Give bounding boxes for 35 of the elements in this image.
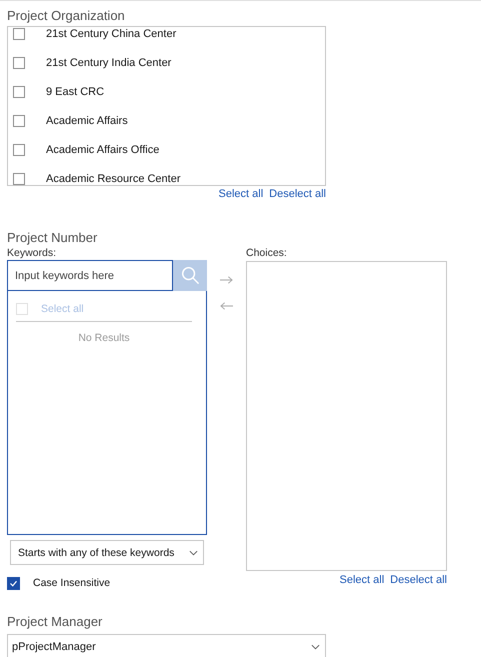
select-all-link[interactable]: Select all (340, 574, 384, 586)
select-all-link[interactable]: Select all (218, 188, 264, 200)
checkbox[interactable] (13, 114, 25, 126)
chevron-down-icon (311, 644, 320, 650)
checkbox[interactable] (13, 172, 25, 184)
keywords-label: Keywords: (7, 246, 58, 260)
deselect-all-link[interactable]: Deselect all (390, 574, 447, 586)
project-manager-dropdown[interactable]: pProjectManager (7, 634, 326, 657)
section-label: Project Number (7, 229, 98, 246)
deselect-all-link[interactable]: Deselect all (269, 188, 326, 200)
section-label: Project Manager (7, 613, 104, 630)
checkbox-label: Academic Affairs Office (46, 144, 160, 156)
checkbox[interactable] (7, 576, 20, 590)
empty-message: No Results (77, 332, 131, 344)
select-all-label: Select all (41, 303, 84, 315)
keywords-field[interactable]: Input keywords here (7, 260, 173, 291)
checkbox[interactable] (13, 86, 25, 98)
checkbox-label: Case Insensitive (33, 577, 110, 589)
arrow-right-icon[interactable] (220, 276, 233, 284)
checkbox-label: Academic Affairs (46, 114, 128, 126)
checkbox-label: Academic Resource Center (46, 172, 181, 184)
match-mode-dropdown[interactable]: Starts with any of these keywords (10, 540, 204, 565)
section-label: Project Organization (7, 7, 126, 24)
choices-label: Choices: (246, 246, 288, 260)
checkbox[interactable] (13, 144, 25, 156)
arrow-left-icon[interactable] (220, 302, 233, 310)
checkbox-label: 9 East CRC (46, 86, 104, 98)
checkbox-label: 21st Century China Center (46, 28, 176, 40)
checkbox[interactable] (13, 28, 25, 40)
search-icon (180, 266, 200, 285)
checkbox[interactable] (13, 56, 25, 68)
chevron-down-icon (189, 550, 198, 556)
checkmark-icon (9, 578, 18, 588)
search-button[interactable] (173, 260, 207, 291)
checkbox-label: 21st Century India Center (46, 56, 172, 68)
